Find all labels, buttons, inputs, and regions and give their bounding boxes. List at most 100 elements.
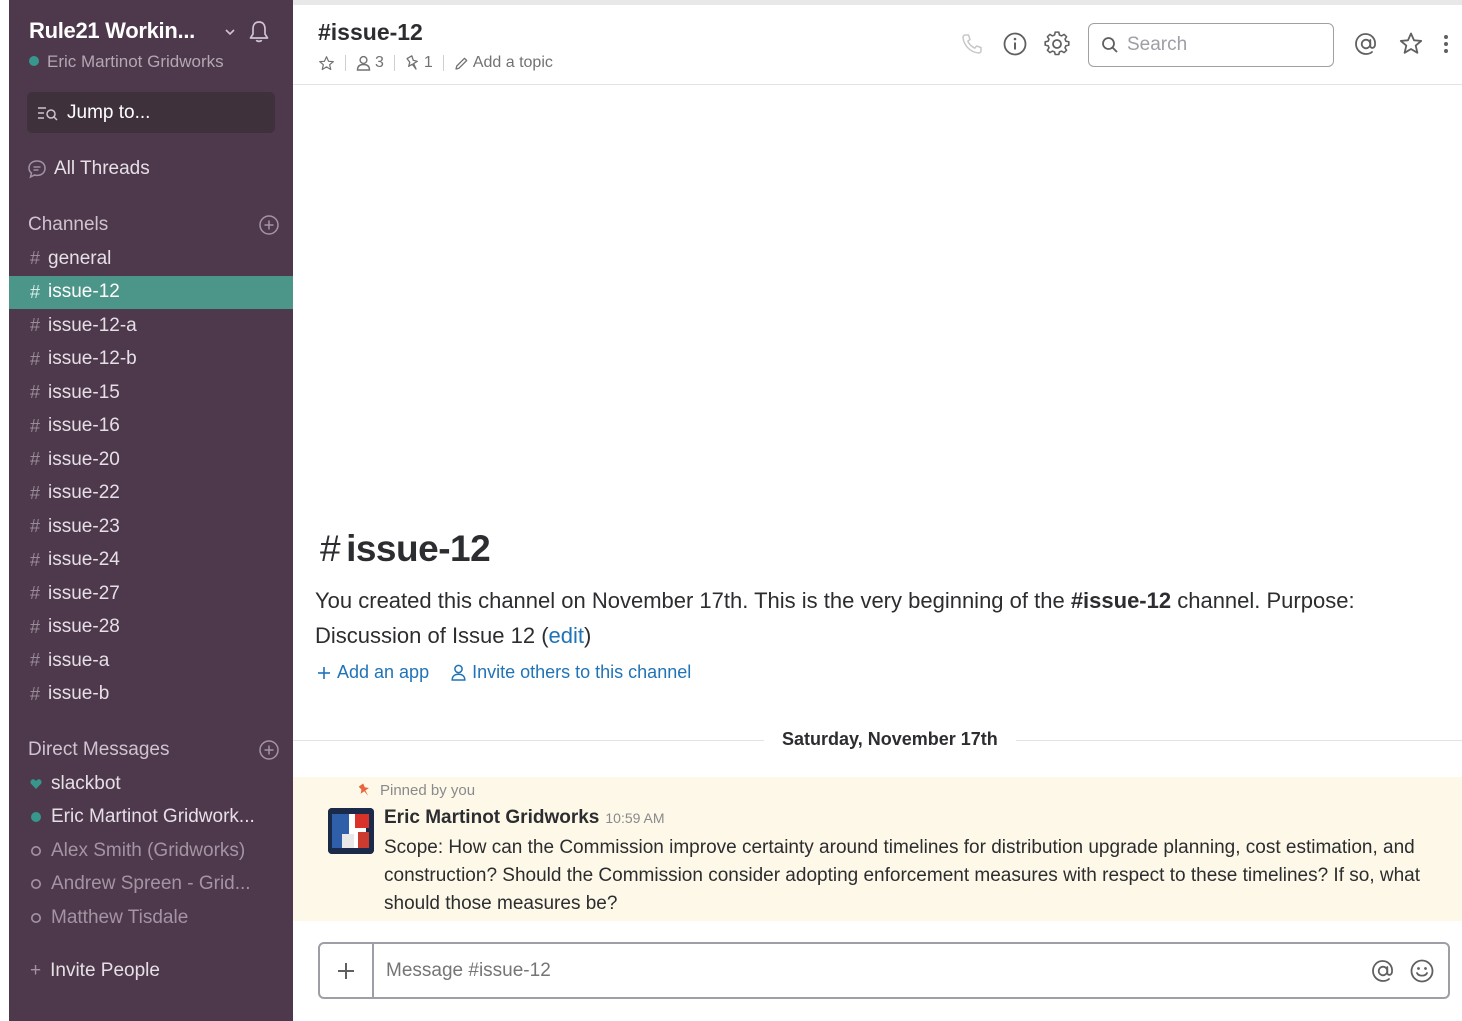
dm-name: Andrew Spreen - Grid...	[51, 873, 251, 895]
hash-icon: #	[30, 650, 41, 671]
edit-purpose-link[interactable]: edit	[549, 623, 584, 648]
sidebar-dm-item[interactable]: Andrew Spreen - Grid...	[9, 868, 293, 902]
sidebar-channel-issue-a[interactable]: # issue-a	[9, 644, 293, 678]
dm-name: Alex Smith (Gridworks)	[51, 839, 246, 861]
dm-name: Eric Martinot Gridwork...	[51, 806, 255, 828]
sidebar-channel-issue-20[interactable]: # issue-20	[9, 443, 293, 477]
sidebar-channel-issue-28[interactable]: # issue-28	[9, 611, 293, 645]
info-icon[interactable]	[1002, 31, 1028, 57]
sidebar-channel-issue-24[interactable]: # issue-24	[9, 544, 293, 578]
search-input[interactable]: Search	[1088, 23, 1334, 67]
bell-icon[interactable]	[246, 19, 272, 45]
sidebar-dm-item[interactable]: slackbot	[9, 767, 293, 801]
jump-to-button[interactable]: Jump to...	[27, 92, 275, 133]
hash-icon: #	[30, 616, 41, 637]
emoji-icon[interactable]	[1409, 958, 1435, 984]
pin-icon	[358, 783, 369, 796]
channel-list: # general # issue-12 # issue-12-a # issue-12-b #…	[9, 242, 293, 711]
add-channel-icon[interactable]	[258, 214, 280, 236]
add-app-label: Add an app	[337, 662, 430, 682]
pinned-message[interactable]: Pinned by you Eric Martinot Gridworks 10:…	[293, 777, 1462, 921]
sidebar-channel-issue-12[interactable]: # issue-12	[9, 275, 293, 309]
message-input[interactable]	[374, 959, 1370, 982]
hash-icon: #	[30, 516, 41, 537]
presence-online-icon	[29, 56, 39, 66]
sidebar-channel-issue-12-b[interactable]: # issue-12-b	[9, 343, 293, 377]
channel-meta: 3 1 Add a topic	[318, 53, 553, 73]
team-name[interactable]: Rule21 Workin...	[29, 18, 195, 44]
channel-name: issue-20	[48, 448, 120, 470]
channel-intro-text: You created this channel on November 17t…	[315, 583, 1435, 653]
member-count[interactable]: 3	[356, 54, 384, 72]
sidebar-channel-issue-b[interactable]: # issue-b	[9, 678, 293, 712]
add-topic-link[interactable]: Add a topic	[454, 54, 553, 72]
message-composer	[318, 942, 1450, 999]
avatar[interactable]	[328, 808, 374, 854]
intro-text-close: )	[584, 623, 592, 648]
message-timestamp[interactable]: 10:59 AM	[605, 810, 664, 826]
hash-icon: #	[30, 583, 41, 604]
intro-channel-ref[interactable]: #issue-12	[1071, 588, 1171, 613]
pinned-by-label: Pinned by you	[358, 782, 475, 799]
channel-intro-title: # issue-12	[320, 528, 491, 570]
mentions-icon[interactable]	[1353, 31, 1379, 57]
channel-title[interactable]: #issue-12	[318, 19, 423, 46]
hash-icon: #	[30, 415, 41, 436]
sidebar-dm-item[interactable]: Eric Martinot Gridwork...	[9, 801, 293, 835]
meta-separator	[393, 55, 395, 71]
plus-icon	[338, 962, 354, 979]
invite-others-link[interactable]: Invite others to this channel	[451, 662, 691, 683]
sidebar: Rule21 Workin... Eric Martinot Gridworks…	[9, 0, 293, 1021]
phone-icon[interactable]	[959, 31, 985, 57]
direct-messages-heading: Direct Messages	[28, 736, 280, 764]
presence-away-icon	[31, 845, 41, 856]
presence-away-icon	[31, 879, 41, 890]
add-dm-icon[interactable]	[258, 739, 280, 761]
all-threads-item[interactable]: All Threads	[27, 156, 150, 182]
gear-icon[interactable]	[1044, 31, 1070, 57]
search-placeholder: Search	[1127, 34, 1188, 55]
channel-header: #issue-12 3 1 Add a topic Search	[293, 5, 1462, 85]
star-outline-icon[interactable]	[318, 55, 335, 72]
intro-text-before: You created this channel on November 17t…	[315, 588, 1071, 613]
current-user-name: Eric Martinot Gridworks	[47, 52, 224, 71]
hash-icon: #	[30, 382, 41, 403]
dm-list: slackbot Eric Martinot Gridwork... Alex Sm…	[9, 767, 293, 935]
channel-name: issue-27	[48, 582, 120, 604]
channel-name: issue-12-a	[48, 314, 137, 336]
pinned-count[interactable]: 1	[405, 54, 433, 72]
channel-name: issue-b	[48, 683, 110, 705]
dm-heading-label[interactable]: Direct Messages	[28, 739, 170, 761]
plus-icon: +	[30, 960, 42, 981]
sidebar-dm-item[interactable]: Matthew Tisdale	[9, 901, 293, 935]
add-app-link[interactable]: Add an app	[317, 662, 429, 683]
channels-heading-label[interactable]: Channels	[28, 214, 108, 236]
avatar-image	[328, 808, 374, 854]
hash-icon: #	[30, 449, 41, 470]
dm-name: Matthew Tisdale	[51, 906, 189, 928]
channel-name: issue-12	[48, 281, 120, 303]
more-vertical-icon[interactable]	[1439, 31, 1453, 57]
channel-name: general	[48, 247, 112, 269]
chevron-down-icon[interactable]	[222, 24, 238, 40]
sidebar-channel-general[interactable]: # general	[9, 242, 293, 276]
channel-name: issue-23	[48, 515, 120, 537]
channels-heading: Channels	[28, 211, 280, 239]
invite-people-button[interactable]: + Invite People	[30, 960, 160, 982]
all-threads-label: All Threads	[54, 158, 150, 179]
sidebar-channel-issue-27[interactable]: # issue-27	[9, 577, 293, 611]
sidebar-channel-issue-16[interactable]: # issue-16	[9, 410, 293, 444]
presence-online-icon	[31, 812, 41, 823]
sidebar-dm-item[interactable]: Alex Smith (Gridworks)	[9, 834, 293, 868]
sidebar-channel-issue-22[interactable]: # issue-22	[9, 477, 293, 511]
author-name[interactable]: Eric Martinot Gridworks	[384, 807, 599, 828]
intro-hash: #	[320, 528, 341, 569]
message-author: Eric Martinot Gridworks 10:59 AM	[384, 807, 665, 829]
sidebar-channel-issue-23[interactable]: # issue-23	[9, 510, 293, 544]
starred-items-icon[interactable]	[1398, 31, 1424, 57]
mention-icon[interactable]	[1370, 958, 1396, 984]
message-body: Scope: How can the Commission improve ce…	[384, 837, 1421, 914]
attach-button[interactable]	[320, 944, 374, 997]
sidebar-channel-issue-12-a[interactable]: # issue-12-a	[9, 309, 293, 343]
sidebar-channel-issue-15[interactable]: # issue-15	[9, 376, 293, 410]
